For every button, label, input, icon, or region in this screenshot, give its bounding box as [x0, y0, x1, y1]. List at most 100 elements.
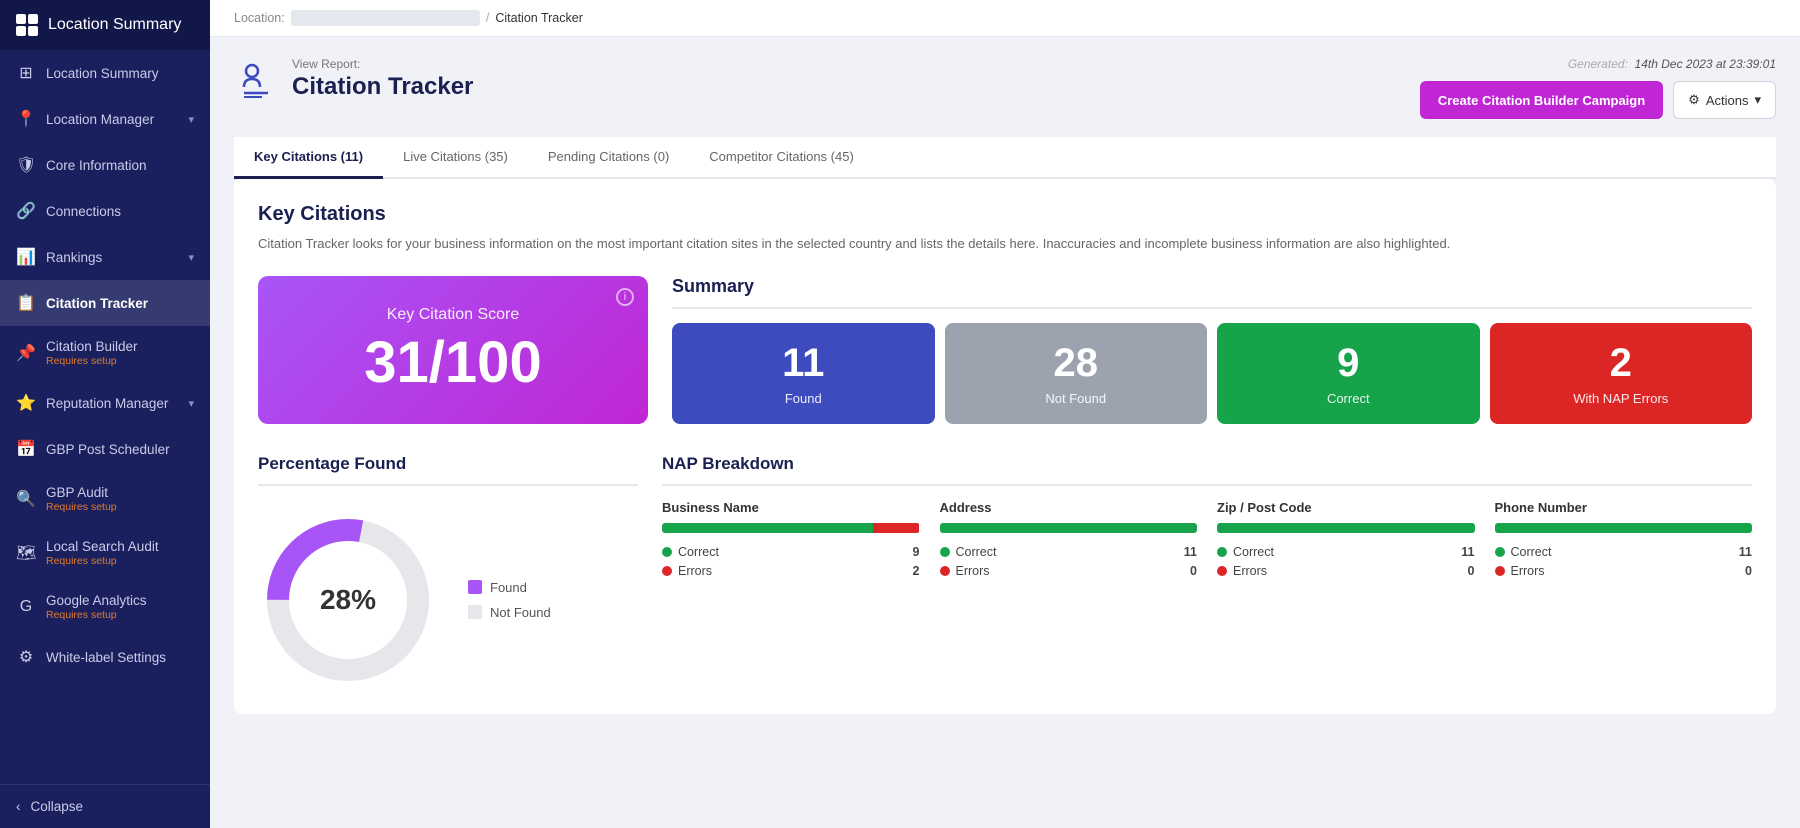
actions-label: Actions	[1706, 93, 1749, 108]
sidebar-item-google-analytics[interactable]: G Google Analytics Requires setup	[0, 580, 210, 634]
citation-tracker-label: Citation Tracker	[46, 296, 148, 311]
rankings-chevron: ▾	[188, 251, 194, 264]
local-search-audit-sublabel: Requires setup	[46, 555, 159, 567]
citation-tracker-icon	[234, 57, 278, 101]
sidebar-item-core-information[interactable]: 🛡 Core Information	[0, 142, 210, 188]
core-information-label: Core Information	[46, 158, 147, 173]
legend-item-found: Found	[468, 580, 551, 595]
tab-competitor-citations[interactable]: Competitor Citations (45)	[689, 137, 874, 179]
chevron-left-icon: ‹	[16, 799, 21, 814]
nap-row-label-phone-number: Correct	[1511, 545, 1552, 559]
sidebar-item-connections[interactable]: 🔗 Connections	[0, 188, 210, 234]
citation-builder-icon: 📌	[16, 343, 36, 363]
nap-row-zip-post-code-correct: Correct 11	[1217, 545, 1475, 559]
nap-row-label-business-name: Correct	[678, 545, 719, 559]
donut-legend: Found Not Found	[468, 580, 551, 620]
gear-icon: ⚙	[1688, 92, 1700, 108]
nap-col-zip-post-code: Zip / Post Code Correct 11 Errors 0	[1217, 500, 1475, 583]
sidebar-collapse-button[interactable]: ‹ Collapse	[0, 784, 210, 828]
percentage-found-section: Percentage Found 28% Found Not Found	[258, 454, 638, 690]
sidebar-item-reputation-manager[interactable]: ⭐ Reputation Manager ▾	[0, 380, 210, 426]
report-title-text: View Report: Citation Tracker	[292, 57, 473, 101]
stat-box-not-found: 28 Not Found	[945, 323, 1208, 424]
core-information-label-group: Core Information	[46, 158, 147, 173]
summary-title: Summary	[672, 276, 1752, 309]
connections-label-group: Connections	[46, 204, 121, 219]
nap-count-business-name-errors: 2	[913, 564, 920, 578]
sidebar-item-location-manager[interactable]: 📍 Location Manager ▾	[0, 96, 210, 142]
nap-count-zip-post-code-errors: 0	[1468, 564, 1475, 578]
nap-title: NAP Breakdown	[662, 454, 1752, 486]
local-search-audit-label: Local Search Audit	[46, 539, 159, 554]
stat-label-found: Found	[682, 391, 925, 406]
stat-box-found: 11 Found	[672, 323, 935, 424]
stat-num-correct: 9	[1227, 341, 1470, 385]
score-summary-row: i Key Citation Score 31/100 Summary 11 F…	[258, 276, 1752, 424]
report-title-section: View Report: Citation Tracker	[234, 57, 473, 101]
create-campaign-button[interactable]: Create Citation Builder Campaign	[1420, 81, 1663, 119]
nap-row-label-zip-post-code: Correct	[1233, 545, 1274, 559]
generated-text: Generated: 14th Dec 2023 at 23:39:01	[1568, 57, 1776, 71]
tab-key-citations[interactable]: Key Citations (11)	[234, 137, 383, 179]
nap-bar-phone-number	[1495, 523, 1753, 533]
nap-dot-phone-number-errors	[1495, 566, 1505, 576]
sidebar-item-location-summary[interactable]: ⊞ Location Summary	[0, 50, 210, 96]
gbp-post-scheduler-icon: 📅	[16, 439, 36, 459]
breadcrumb: Location: ████████████████████ / Citatio…	[210, 0, 1800, 37]
sidebar-logo[interactable]: Location Summary	[0, 0, 210, 50]
summary-section: Summary 11 Found28 Not Found9 Correct2 W…	[672, 276, 1752, 424]
core-information-icon: 🛡	[16, 155, 36, 175]
sidebar-nav: ⊞ Location Summary 📍 Location Manager ▾🛡…	[0, 50, 210, 680]
citation-builder-label-group: Citation Builder Requires setup	[46, 339, 138, 367]
stat-label-not-found: Not Found	[955, 391, 1198, 406]
nap-bar-error-business-name	[873, 523, 919, 533]
nap-row-address-errors: Errors 0	[940, 564, 1198, 578]
legend-color-found	[468, 580, 482, 594]
nap-count-zip-post-code-correct: 11	[1461, 545, 1474, 559]
gbp-audit-label-group: GBP Audit Requires setup	[46, 485, 117, 513]
reputation-manager-label: Reputation Manager	[46, 396, 168, 411]
reputation-manager-label-group: Reputation Manager	[46, 396, 168, 411]
stat-num-not-found: 28	[955, 341, 1198, 385]
nap-col-business-name: Business Name Correct 9 Errors 2	[662, 500, 920, 583]
tab-live-citations[interactable]: Live Citations (35)	[383, 137, 528, 179]
header-actions: Generated: 14th Dec 2023 at 23:39:01 Cre…	[1420, 57, 1776, 119]
rankings-label-group: Rankings	[46, 250, 102, 265]
sidebar: Location Summary ⊞ Location Summary 📍 Lo…	[0, 0, 210, 828]
stat-box-with-nap-errors: 2 With NAP Errors	[1490, 323, 1753, 424]
chevron-down-icon: ▾	[1754, 92, 1761, 108]
tab-pending-citations[interactable]: Pending Citations (0)	[528, 137, 689, 179]
sidebar-item-citation-tracker[interactable]: 📋 Citation Tracker	[0, 280, 210, 326]
google-analytics-label-group: Google Analytics Requires setup	[46, 593, 147, 621]
nap-bar-correct-phone-number	[1495, 523, 1753, 533]
nap-row-phone-number-errors: Errors 0	[1495, 564, 1753, 578]
generated-label: Generated:	[1568, 57, 1628, 71]
sidebar-item-gbp-audit[interactable]: 🔍 GBP Audit Requires setup	[0, 472, 210, 526]
nap-row-business-name-errors: Errors 2	[662, 564, 920, 578]
rankings-label: Rankings	[46, 250, 102, 265]
nap-col-title-business-name: Business Name	[662, 500, 920, 515]
stat-label-correct: Correct	[1227, 391, 1470, 406]
section-title: Key Citations	[258, 203, 1752, 226]
pct-title: Percentage Found	[258, 454, 638, 486]
score-card: i Key Citation Score 31/100	[258, 276, 648, 424]
legend-item-not-found: Not Found	[468, 605, 551, 620]
logo-icon	[16, 14, 38, 36]
nap-grid: Business Name Correct 9 Errors 2 Address…	[662, 500, 1752, 583]
nap-col-address: Address Correct 11 Errors 0	[940, 500, 1198, 583]
sidebar-item-gbp-post-scheduler[interactable]: 📅 GBP Post Scheduler	[0, 426, 210, 472]
breadcrumb-location-label: Location:	[234, 11, 285, 25]
actions-button[interactable]: ⚙ Actions ▾	[1673, 81, 1776, 119]
sidebar-item-rankings[interactable]: 📊 Rankings ▾	[0, 234, 210, 280]
sidebar-item-citation-builder[interactable]: 📌 Citation Builder Requires setup	[0, 326, 210, 380]
sidebar-item-white-label-settings[interactable]: ⚙ White-label Settings	[0, 634, 210, 680]
sidebar-item-local-search-audit[interactable]: 🗺 Local Search Audit Requires setup	[0, 526, 210, 580]
nap-bar-zip-post-code	[1217, 523, 1475, 533]
white-label-settings-label: White-label Settings	[46, 650, 166, 665]
location-summary-icon: ⊞	[16, 63, 36, 83]
citation-builder-sublabel: Requires setup	[46, 355, 138, 367]
info-icon[interactable]: i	[616, 288, 634, 306]
white-label-settings-icon: ⚙	[16, 647, 36, 667]
main-card: Key Citations Citation Tracker looks for…	[234, 179, 1776, 714]
stat-label-with-nap-errors: With NAP Errors	[1500, 391, 1743, 406]
